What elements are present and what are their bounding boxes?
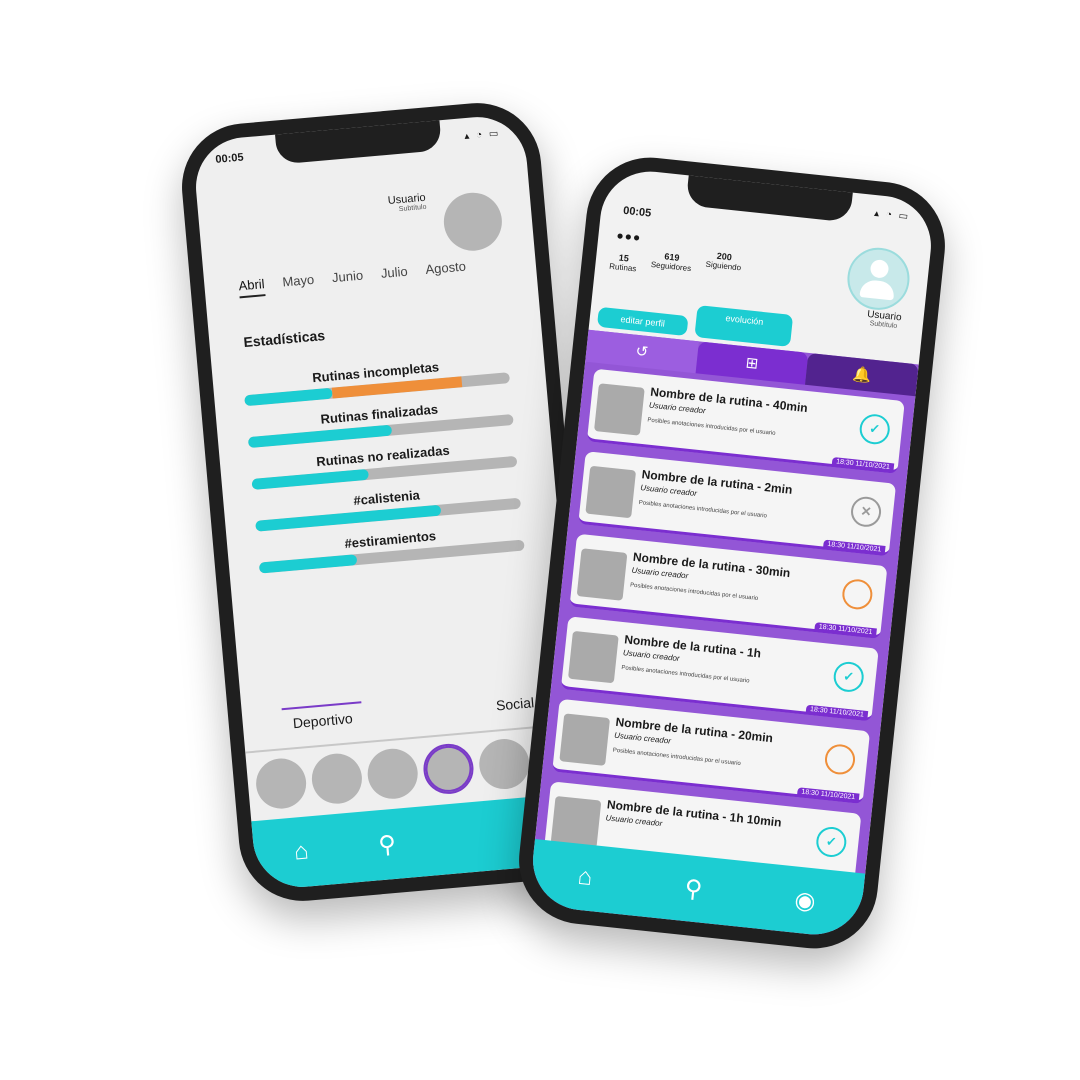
routine-note: Posibles anotaciones introducidas por el… — [638, 499, 768, 520]
routine-date: 18:30 11/10/2021 — [796, 787, 860, 803]
routine-date: 18:30 11/10/2021 — [822, 539, 886, 555]
clock: 00:05 — [214, 151, 245, 166]
routine-date: 18:30 11/10/2021 — [814, 622, 877, 638]
counter-rutinas[interactable]: 15 Rutinas — [609, 252, 638, 274]
user-info: Usuario Subtítulo — [387, 192, 426, 214]
status-ok-icon[interactable]: ✓ — [814, 825, 848, 859]
friend-avatar[interactable] — [477, 736, 532, 792]
routine-thumbnail — [567, 630, 619, 684]
stats-title: Estadísticas — [242, 327, 326, 351]
clock: 00:05 — [622, 204, 652, 220]
section-tabs: Deportivo Social — [281, 685, 555, 733]
routine-thumbnail — [576, 548, 628, 601]
status-icons: ▴ ◔ ▭ — [463, 128, 501, 143]
counter-siguiendo[interactable]: 200 Siguiendo — [704, 250, 743, 285]
tab-month-agosto[interactable]: Agosto — [425, 259, 467, 282]
status-ok-icon[interactable]: ✓ — [858, 412, 892, 446]
friend-avatar[interactable] — [254, 756, 309, 811]
routine-thumbnail — [585, 465, 637, 519]
friend-avatar[interactable] — [309, 751, 364, 806]
counter-seguidores[interactable]: 619 Seguidores — [650, 250, 693, 279]
tab-history[interactable]: ↺ — [585, 329, 699, 374]
status-fail-icon[interactable]: ✕ — [849, 495, 883, 529]
tab-notifications[interactable]: 🔔 — [805, 352, 919, 397]
notch — [274, 118, 443, 165]
profile-counters: 15 Rutinas 619 Seguidores 200 Siguiendo — [609, 250, 743, 285]
tab-month-junio[interactable]: Junio — [331, 268, 364, 291]
notch — [685, 173, 854, 223]
routine-thumbnail — [559, 713, 611, 766]
profile-avatar[interactable] — [844, 244, 913, 313]
routine-note: Posibles anotaciones introducidas por el… — [621, 665, 750, 685]
bell-icon: 🔔 — [851, 365, 873, 385]
routine-note: Posibles anotaciones introducidas por el… — [612, 747, 742, 768]
search-icon[interactable]: ⚲ — [377, 829, 397, 859]
counter-label: Rutinas — [608, 261, 637, 274]
evolution-button[interactable]: evolución — [694, 305, 794, 347]
progress-fill — [244, 387, 333, 407]
phone-right: 00:05 ●●● ▴ ◔ ▭ Usuario Subtítulo 15 Ruti… — [512, 151, 952, 955]
tab-month-abril[interactable]: Abril — [237, 276, 266, 299]
routine-note: Posibles anotaciones introducidas por el… — [629, 582, 759, 602]
history-icon: ↺ — [634, 342, 649, 362]
status-pend-icon[interactable] — [840, 577, 874, 611]
routine-note — [604, 829, 753, 845]
tab-add[interactable]: ⊞ — [695, 341, 809, 385]
home-icon[interactable]: ⌂ — [576, 863, 593, 892]
tab-deportivo[interactable]: Deportivo — [281, 701, 364, 733]
user-head-icon — [869, 258, 890, 279]
avatar[interactable] — [441, 190, 505, 254]
dots-icon[interactable]: ●●● — [616, 228, 642, 245]
routine-thumbnail — [594, 383, 645, 436]
profile-icon[interactable]: ◉ — [793, 885, 817, 916]
routine-note: Posibles anotaciones introducidas por el… — [647, 417, 776, 437]
stat-item: #estiramientos — [257, 521, 525, 574]
month-tabs: Abril Mayo Junio Julio Agosto — [237, 259, 467, 299]
profile-screen: 00:05 ●●● ▴ ◔ ▭ Usuario Subtítulo 15 Ruti… — [528, 166, 936, 940]
home-icon[interactable]: ⌂ — [293, 837, 310, 866]
friend-avatar-selected[interactable] — [421, 741, 476, 797]
user-info: Usuario Subtítulo — [866, 309, 902, 331]
status-icons: ▴ ◔ ▭ — [873, 208, 911, 223]
add-icon: ⊞ — [744, 354, 760, 373]
routine-list: Nombre de la rutina - 40min Usuario cread… — [542, 368, 905, 897]
user-body-icon — [859, 279, 896, 301]
tab-month-julio[interactable]: Julio — [380, 264, 408, 286]
status-pend-icon[interactable] — [823, 742, 857, 776]
friend-avatar[interactable] — [365, 746, 420, 801]
routine-date: 18:30 11/10/2021 — [831, 456, 895, 473]
search-icon[interactable]: ⚲ — [683, 873, 704, 904]
tab-month-mayo[interactable]: Mayo — [282, 272, 315, 295]
status-ok-icon[interactable]: ✓ — [832, 660, 866, 694]
routine-date: 18:30 11/10/2021 — [805, 704, 869, 721]
stats-list: Rutinas incompletas Rutinas finalizadas … — [242, 353, 525, 585]
